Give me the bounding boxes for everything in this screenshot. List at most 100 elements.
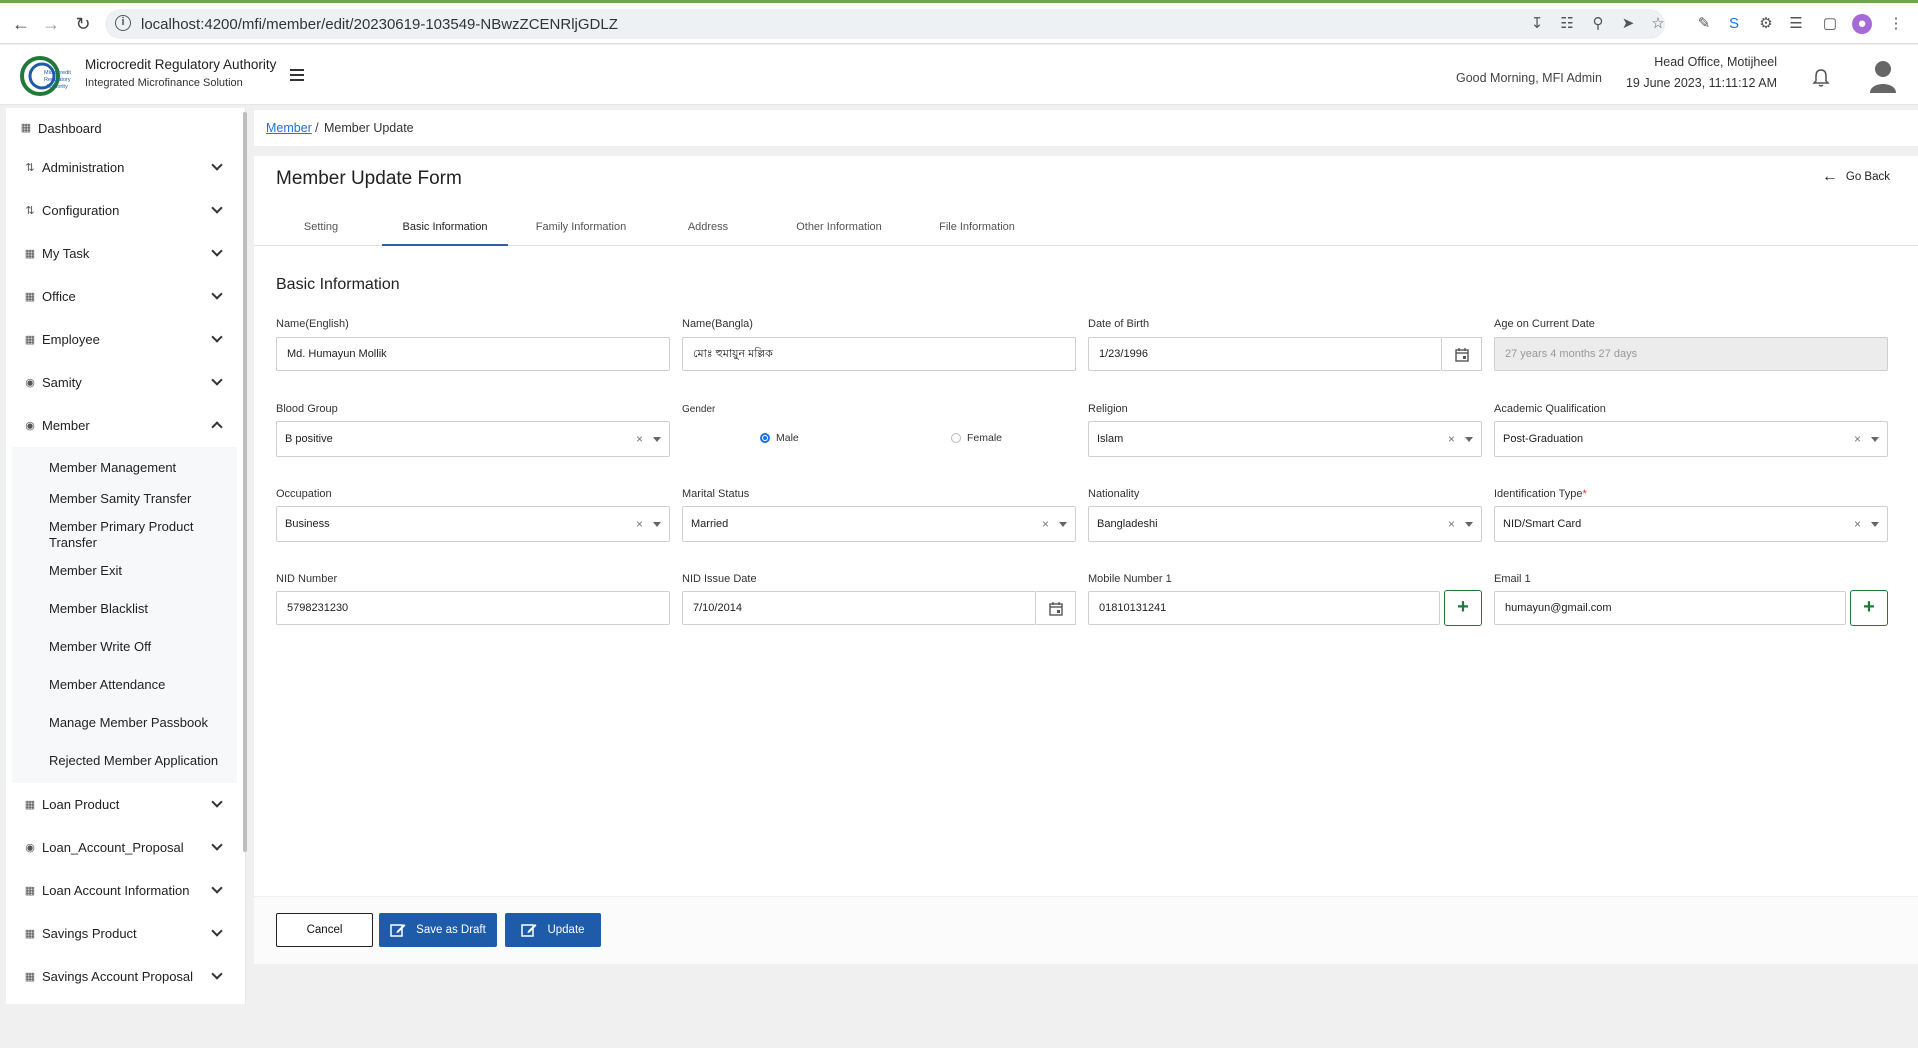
puzzle-icon[interactable]: ⚙ [1756,14,1776,34]
gender-female-radio[interactable]: Female [951,432,1002,444]
clear-icon[interactable]: × [636,422,643,456]
nationality-select[interactable]: Bangladeshi × [1088,506,1482,542]
sidebar-item-samity[interactable]: ◉ Samity [6,361,245,404]
submenu-member-exit[interactable]: Member Exit [12,563,237,601]
share-icon[interactable]: ➤ [1618,14,1638,34]
translate-icon[interactable]: ☷ [1557,14,1577,34]
sidebar-item-member[interactable]: ◉ Member [6,404,245,447]
blood-group-label: Blood Group [276,403,338,415]
chevron-down-icon [211,839,223,851]
academic-select[interactable]: Post-Graduation × [1494,421,1888,457]
site-info-icon[interactable]: i [115,15,131,31]
tab-address[interactable]: Address [654,214,762,246]
sidebar-item-loan-account-proposal[interactable]: ◉ Loan_Account_Proposal [6,826,245,869]
marital-label: Marital Status [682,488,750,500]
nid-issue-input[interactable]: 7/10/2014 [682,591,1036,625]
tab-other-information[interactable]: Other Information [774,214,904,246]
sidebar-item-my-task[interactable]: ▦ My Task [6,232,245,275]
clear-icon[interactable]: × [1448,507,1455,541]
caret-down-icon [1465,437,1473,442]
sidebar-item-employee[interactable]: ▦ Employee [6,318,245,361]
sidebar-item-savings-account-proposal[interactable]: ▦ Savings Account Proposal [6,955,245,998]
sidebar-item-label: My Task [42,246,90,261]
id-type-select[interactable]: NID/Smart Card × [1494,506,1888,542]
chevron-down-icon [211,374,223,386]
browser-toolbar: ← → ↻ i localhost:4200/mfi/member/edit/2… [0,0,1918,44]
install-icon[interactable]: ↧ [1527,14,1547,34]
plus-icon: + [1863,596,1875,618]
clear-icon[interactable]: × [636,507,643,541]
add-email-button[interactable]: + [1850,590,1888,626]
occupation-select[interactable]: Business × [276,506,670,542]
sidebar-item-loan-product[interactable]: ▦ Loan Product [6,783,245,826]
add-mobile-button[interactable]: + [1444,590,1482,626]
sidebar-item-office[interactable]: ▦ Office [6,275,245,318]
email-input[interactable]: humayun@gmail.com [1494,591,1846,625]
sidebar-item-loan-account-information[interactable]: ▦ Loan Account Information [6,869,245,912]
nid-issue-label: NID Issue Date [682,573,757,585]
sidebar-item-dashboard[interactable]: ▦ Dashboard [6,110,245,146]
dob-input[interactable]: 1/23/1996 [1088,337,1442,371]
submenu-member-blacklist[interactable]: Member Blacklist [12,601,237,639]
clear-icon[interactable]: × [1042,507,1049,541]
go-back-button[interactable]: ← Go Back [1822,168,1890,186]
address-bar[interactable]: i localhost:4200/mfi/member/edit/2023061… [105,9,1665,39]
tab-family-information[interactable]: Family Information [516,214,646,246]
reading-list-icon[interactable]: ☰ [1786,14,1806,34]
notification-bell-icon[interactable] [1812,68,1830,88]
submenu-member-management[interactable]: Member Management [12,451,237,489]
gender-female-label: Female [967,432,1003,444]
reload-icon[interactable]: ↻ [70,11,96,37]
submenu-member-samity-transfer[interactable]: Member Samity Transfer [12,489,237,519]
marital-select[interactable]: Married × [682,506,1076,542]
cancel-button[interactable]: Cancel [276,913,373,947]
sidebar-scrollbar[interactable] [243,112,247,852]
academic-label: Academic Qualification [1494,403,1606,415]
dob-calendar-button[interactable] [1442,337,1482,371]
name-bangla-input[interactable]: মোঃ হুমায়ুন মল্লিক [682,337,1076,371]
clear-icon[interactable]: × [1448,422,1455,456]
profile-icon[interactable]: ● [1852,14,1872,34]
members-icon: ◉ [25,419,35,432]
kebab-menu-icon[interactable]: ⋮ [1886,14,1906,34]
sidebar-item-administration[interactable]: ⇅ Administration [6,146,245,189]
save-draft-button[interactable]: Save as Draft [379,913,497,947]
sidebar-item-configuration[interactable]: ⇅ Configuration [6,189,245,232]
update-button[interactable]: Update [505,913,601,947]
blood-group-select[interactable]: B positive × [276,421,670,457]
sidebar-item-savings-product[interactable]: ▦ Savings Product [6,912,245,955]
forward-arrow-icon[interactable]: → [38,11,64,37]
id-type-label: Identification Type* [1494,488,1587,500]
gender-male-radio[interactable]: Male [760,432,799,444]
gender-male-label: Male [776,432,799,444]
nid-issue-calendar-button[interactable] [1036,591,1076,625]
caret-down-icon [1059,522,1067,527]
eyedropper-icon[interactable]: ✎ [1694,14,1714,34]
name-english-input[interactable]: Md. Humayun Mollik [276,337,670,371]
religion-select[interactable]: Islam × [1088,421,1482,457]
back-arrow-icon[interactable]: ← [8,11,34,37]
extension-s-icon[interactable]: S [1724,14,1744,34]
nid-number-input[interactable]: 5798231230 [276,591,670,625]
tab-file-information[interactable]: File Information [914,214,1040,246]
breadcrumb-separator: / [315,120,319,135]
mobile-input[interactable]: 01810131241 [1088,591,1440,625]
tab-basic-information[interactable]: Basic Information [382,214,508,246]
submenu-member-attendance[interactable]: Member Attendance [12,677,237,715]
address-url[interactable]: localhost:4200/mfi/member/edit/20230619-… [141,16,618,33]
save-draft-label: Save as Draft [416,924,486,936]
side-panel-icon[interactable]: ▢ [1820,14,1840,34]
hamburger-menu-icon[interactable] [290,69,304,81]
clear-icon[interactable]: × [1854,422,1861,456]
clear-icon[interactable]: × [1854,507,1861,541]
submenu-manage-member-passbook[interactable]: Manage Member Passbook [12,715,237,753]
submenu-rejected-member-application[interactable]: Rejected Member Application [12,753,237,777]
submenu-member-primary-product-transfer[interactable]: Member Primary Product Transfer [12,519,237,563]
tab-setting[interactable]: Setting [276,214,366,246]
zoom-icon[interactable]: ⚲ [1588,14,1608,34]
bookmark-star-icon[interactable]: ☆ [1648,14,1668,34]
submenu-member-write-off[interactable]: Member Write Off [12,639,237,677]
user-avatar-icon[interactable] [1868,59,1898,93]
breadcrumb-member-link[interactable]: Member [266,121,312,135]
sidebar-item-label: Samity [42,375,82,390]
